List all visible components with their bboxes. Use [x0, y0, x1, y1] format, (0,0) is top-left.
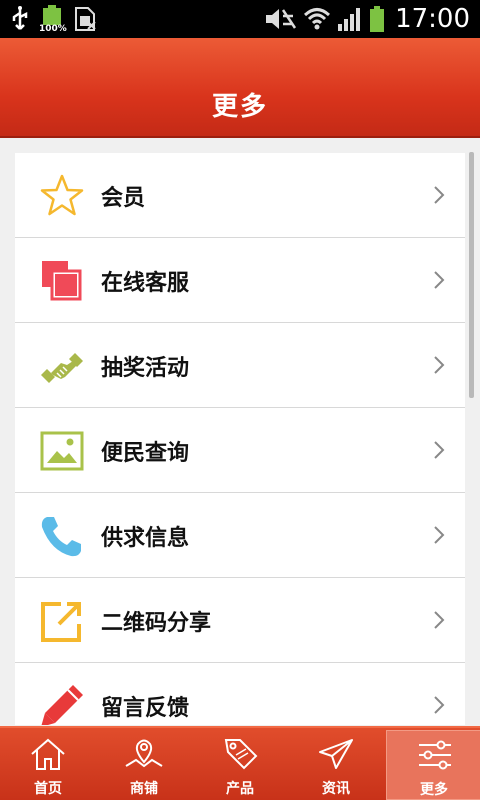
phone-icon — [41, 517, 81, 557]
sale-tag-icon — [224, 739, 258, 770]
pencil-icon — [41, 685, 83, 725]
menu-item-label: 在线客服 — [101, 271, 190, 296]
sim-icon — [75, 7, 96, 31]
wifi-icon — [304, 8, 331, 30]
chevron-right-icon — [434, 356, 445, 374]
battery-small-icon: 100% — [39, 5, 67, 34]
tab-label: 更多 — [420, 782, 448, 798]
tab-products[interactable]: 产品 — [192, 730, 288, 800]
chevron-right-icon — [434, 526, 445, 544]
chevron-right-icon — [434, 696, 445, 714]
send-icon — [319, 739, 353, 769]
clock: 17:00 — [395, 4, 470, 34]
map-icon — [125, 739, 163, 768]
star-icon — [40, 174, 84, 216]
menu-item-label: 留言反馈 — [101, 696, 190, 721]
handshake-icon — [41, 353, 83, 383]
menu-item-label: 会员 — [101, 186, 146, 211]
usb-icon — [12, 6, 28, 30]
menu-item-lottery[interactable]: 抽奖活动 — [15, 323, 465, 408]
menu-item-public-query[interactable]: 便民查询 — [15, 408, 465, 493]
home-icon — [31, 738, 65, 770]
app-header: 更多 — [0, 38, 480, 138]
list-scrollbar[interactable] — [469, 152, 474, 398]
menu-item-online-service[interactable]: 在线客服 — [15, 238, 465, 323]
menu-item-label: 二维码分享 — [101, 611, 212, 636]
chevron-right-icon — [434, 186, 445, 204]
menu-item-label: 供求信息 — [101, 526, 190, 551]
menu-item-label: 便民查询 — [101, 441, 190, 466]
tab-more[interactable]: 更多 — [386, 730, 480, 800]
menu-item-feedback[interactable]: 留言反馈 — [15, 663, 465, 725]
bottom-tab-bar: 首页 商铺 产品 资讯 更多 — [0, 726, 480, 800]
battery-percent-text: 100% — [39, 24, 67, 34]
image-icon — [40, 431, 84, 471]
share-icon — [41, 602, 81, 642]
mute-icon — [266, 9, 297, 29]
page-title: 更多 — [211, 92, 268, 122]
chevron-right-icon — [434, 611, 445, 629]
status-bar: 100% 17:00 — [0, 0, 480, 38]
chat-copy-icon — [42, 261, 82, 301]
chevron-right-icon — [434, 271, 445, 289]
signal-icon — [338, 8, 361, 31]
chevron-right-icon — [434, 441, 445, 459]
tab-label: 首页 — [34, 781, 62, 797]
tab-label: 商铺 — [130, 781, 158, 797]
tab-news[interactable]: 资讯 — [288, 730, 384, 800]
more-menu-list[interactable]: 会员 在线客服 抽奖活动 便民查询 供求信息 二维码分享 留言反馈 — [15, 153, 465, 725]
menu-item-membership[interactable]: 会员 — [15, 153, 465, 238]
menu-item-label: 抽奖活动 — [101, 356, 190, 381]
settings-sliders-icon — [419, 740, 451, 770]
tab-home[interactable]: 首页 — [0, 730, 96, 800]
menu-item-supply-demand[interactable]: 供求信息 — [15, 493, 465, 578]
battery-icon — [370, 6, 385, 32]
tab-label: 产品 — [226, 781, 254, 797]
tab-shops[interactable]: 商铺 — [96, 730, 192, 800]
tab-label: 资讯 — [322, 781, 350, 797]
menu-item-qr-share[interactable]: 二维码分享 — [15, 578, 465, 663]
